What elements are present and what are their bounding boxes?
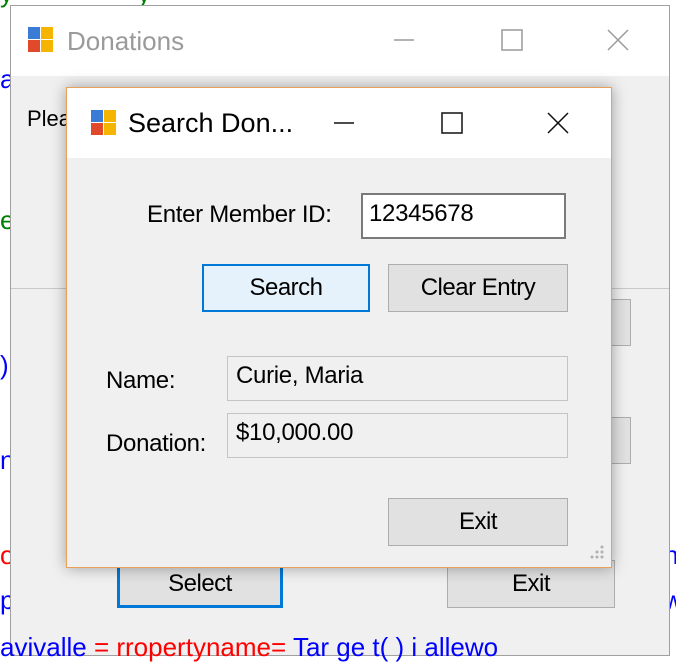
minimize-icon bbox=[394, 39, 414, 41]
resize-grip-icon[interactable] bbox=[587, 543, 605, 561]
donations-titlebar: Donations bbox=[11, 6, 669, 76]
search-button[interactable]: Search bbox=[202, 264, 370, 312]
maximize-icon bbox=[441, 112, 463, 134]
name-label: Name: bbox=[106, 367, 176, 394]
minimize-icon bbox=[334, 122, 354, 124]
dialog-title: Search Don... bbox=[128, 108, 294, 138]
dialog-close-button[interactable] bbox=[533, 103, 583, 143]
donations-close-button[interactable] bbox=[593, 20, 643, 60]
maximize-icon bbox=[501, 29, 523, 51]
member-id-label: Enter Member ID: bbox=[147, 201, 332, 228]
donation-output: $10,000.00 bbox=[227, 413, 568, 458]
donations-window-title: Donations bbox=[67, 26, 185, 56]
member-id-input[interactable]: 12345678 bbox=[361, 193, 566, 239]
search-donations-dialog: Search Don... Enter Member ID: 12345678 … bbox=[66, 87, 612, 568]
donations-minimize-button[interactable] bbox=[379, 20, 429, 60]
clear-entry-button[interactable]: Clear Entry bbox=[388, 264, 568, 312]
donations-prompt-label: Plea bbox=[27, 106, 72, 131]
dialog-titlebar: Search Don... bbox=[67, 88, 611, 158]
app-form-icon bbox=[28, 27, 54, 53]
code-line-bottom: avivalle = rropertyname= Tar ge t( ) i a… bbox=[0, 632, 499, 662]
close-icon bbox=[607, 29, 629, 51]
dialog-exit-button[interactable]: Exit bbox=[388, 498, 568, 546]
close-icon bbox=[547, 112, 569, 134]
donations-maximize-button[interactable] bbox=[487, 20, 537, 60]
app-form-icon bbox=[91, 110, 117, 136]
dialog-minimize-button[interactable] bbox=[319, 103, 369, 143]
name-output: Curie, Maria bbox=[227, 356, 568, 401]
dialog-maximize-button[interactable] bbox=[427, 103, 477, 143]
donation-label: Donation: bbox=[106, 430, 207, 457]
code-fragment-paren: ) bbox=[0, 350, 9, 380]
